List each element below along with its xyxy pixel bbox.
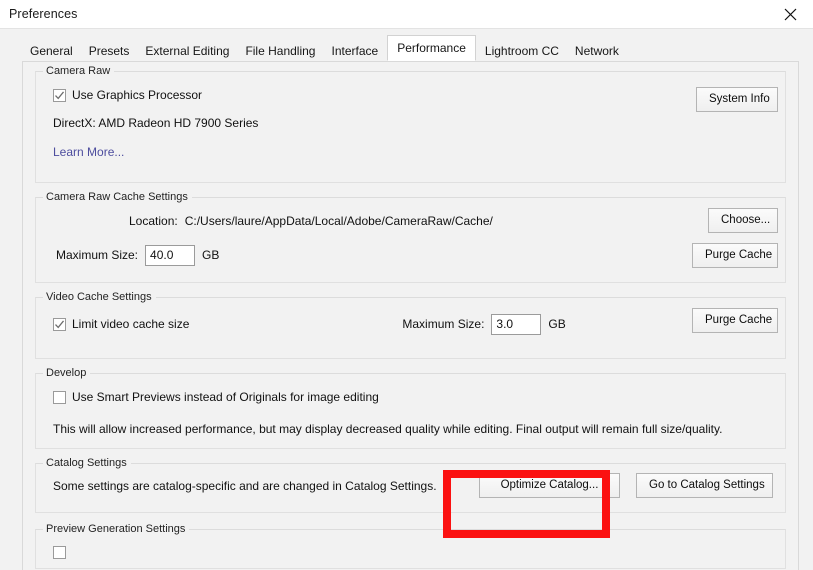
- window-title: Preferences: [9, 7, 78, 21]
- system-info-button[interactable]: System Info: [696, 87, 778, 112]
- cache-max-size-label: Maximum Size:: [56, 248, 139, 262]
- tab-interface[interactable]: Interface: [323, 40, 386, 62]
- checkmark-icon: [55, 320, 64, 329]
- use-smart-previews-checkbox[interactable]: [53, 391, 66, 404]
- preferences-dialog-body: General Presets External Editing File Ha…: [0, 28, 813, 570]
- preferences-tabstrip: General Presets External Editing File Ha…: [22, 35, 813, 62]
- gpu-info-text: DirectX: AMD Radeon HD 7900 Series: [53, 116, 259, 130]
- catalog-description-text: Some settings are catalog-specific and a…: [53, 479, 437, 493]
- video-max-size-label: Maximum Size:: [402, 317, 485, 331]
- use-graphics-processor-checkbox[interactable]: [53, 89, 66, 102]
- performance-tab-panel: Camera Raw Use Graphics Processor Direct…: [22, 61, 799, 570]
- tab-file-handling[interactable]: File Handling: [237, 40, 323, 62]
- group-camera-raw: Camera Raw Use Graphics Processor Direct…: [35, 65, 786, 183]
- cache-location-label: Location:: [129, 214, 178, 228]
- video-max-size-input[interactable]: [491, 314, 542, 335]
- limit-video-cache-checkbox[interactable]: [53, 318, 66, 331]
- go-to-catalog-settings-button[interactable]: Go to Catalog Settings: [636, 473, 773, 498]
- limit-video-cache-label: Limit video cache size: [72, 317, 190, 331]
- video-max-size-unit: GB: [548, 317, 566, 331]
- close-window-button[interactable]: [768, 0, 813, 28]
- use-graphics-processor-label: Use Graphics Processor: [72, 88, 203, 102]
- tab-network[interactable]: Network: [567, 40, 627, 62]
- preview-generation-checkbox[interactable]: [53, 546, 66, 559]
- group-catalog-settings: Catalog Settings Some settings are catal…: [35, 457, 786, 513]
- develop-note-text: This will allow increased performance, b…: [53, 422, 723, 436]
- group-preview-generation: Preview Generation Settings: [35, 523, 786, 569]
- window-titlebar: Preferences: [0, 0, 813, 28]
- group-develop: Develop Use Smart Previews instead of Or…: [35, 367, 786, 449]
- learn-more-link[interactable]: Learn More...: [53, 145, 124, 160]
- cache-max-size-input[interactable]: [145, 245, 196, 266]
- tab-lightroom-cc[interactable]: Lightroom CC: [477, 40, 567, 62]
- optimize-catalog-button[interactable]: Optimize Catalog...: [479, 473, 620, 498]
- close-icon: [784, 8, 797, 20]
- purge-video-cache-button[interactable]: Purge Cache: [692, 308, 778, 333]
- purge-camera-raw-cache-button[interactable]: Purge Cache: [692, 243, 778, 268]
- tab-presets[interactable]: Presets: [81, 40, 138, 62]
- cache-location-value: C:/Users/laure/AppData/Local/Adobe/Camer…: [184, 214, 493, 228]
- cache-max-size-unit: GB: [202, 248, 220, 262]
- use-smart-previews-label: Use Smart Previews instead of Originals …: [72, 390, 379, 404]
- group-camera-raw-cache: Camera Raw Cache Settings Location: C:/U…: [35, 191, 786, 283]
- group-video-cache: Video Cache Settings Limit video cache s…: [35, 291, 786, 359]
- tab-performance[interactable]: Performance: [387, 35, 476, 61]
- choose-cache-location-button[interactable]: Choose...: [708, 208, 778, 233]
- tab-general[interactable]: General: [22, 40, 81, 62]
- tab-external-editing[interactable]: External Editing: [137, 40, 237, 62]
- checkmark-icon: [55, 91, 64, 100]
